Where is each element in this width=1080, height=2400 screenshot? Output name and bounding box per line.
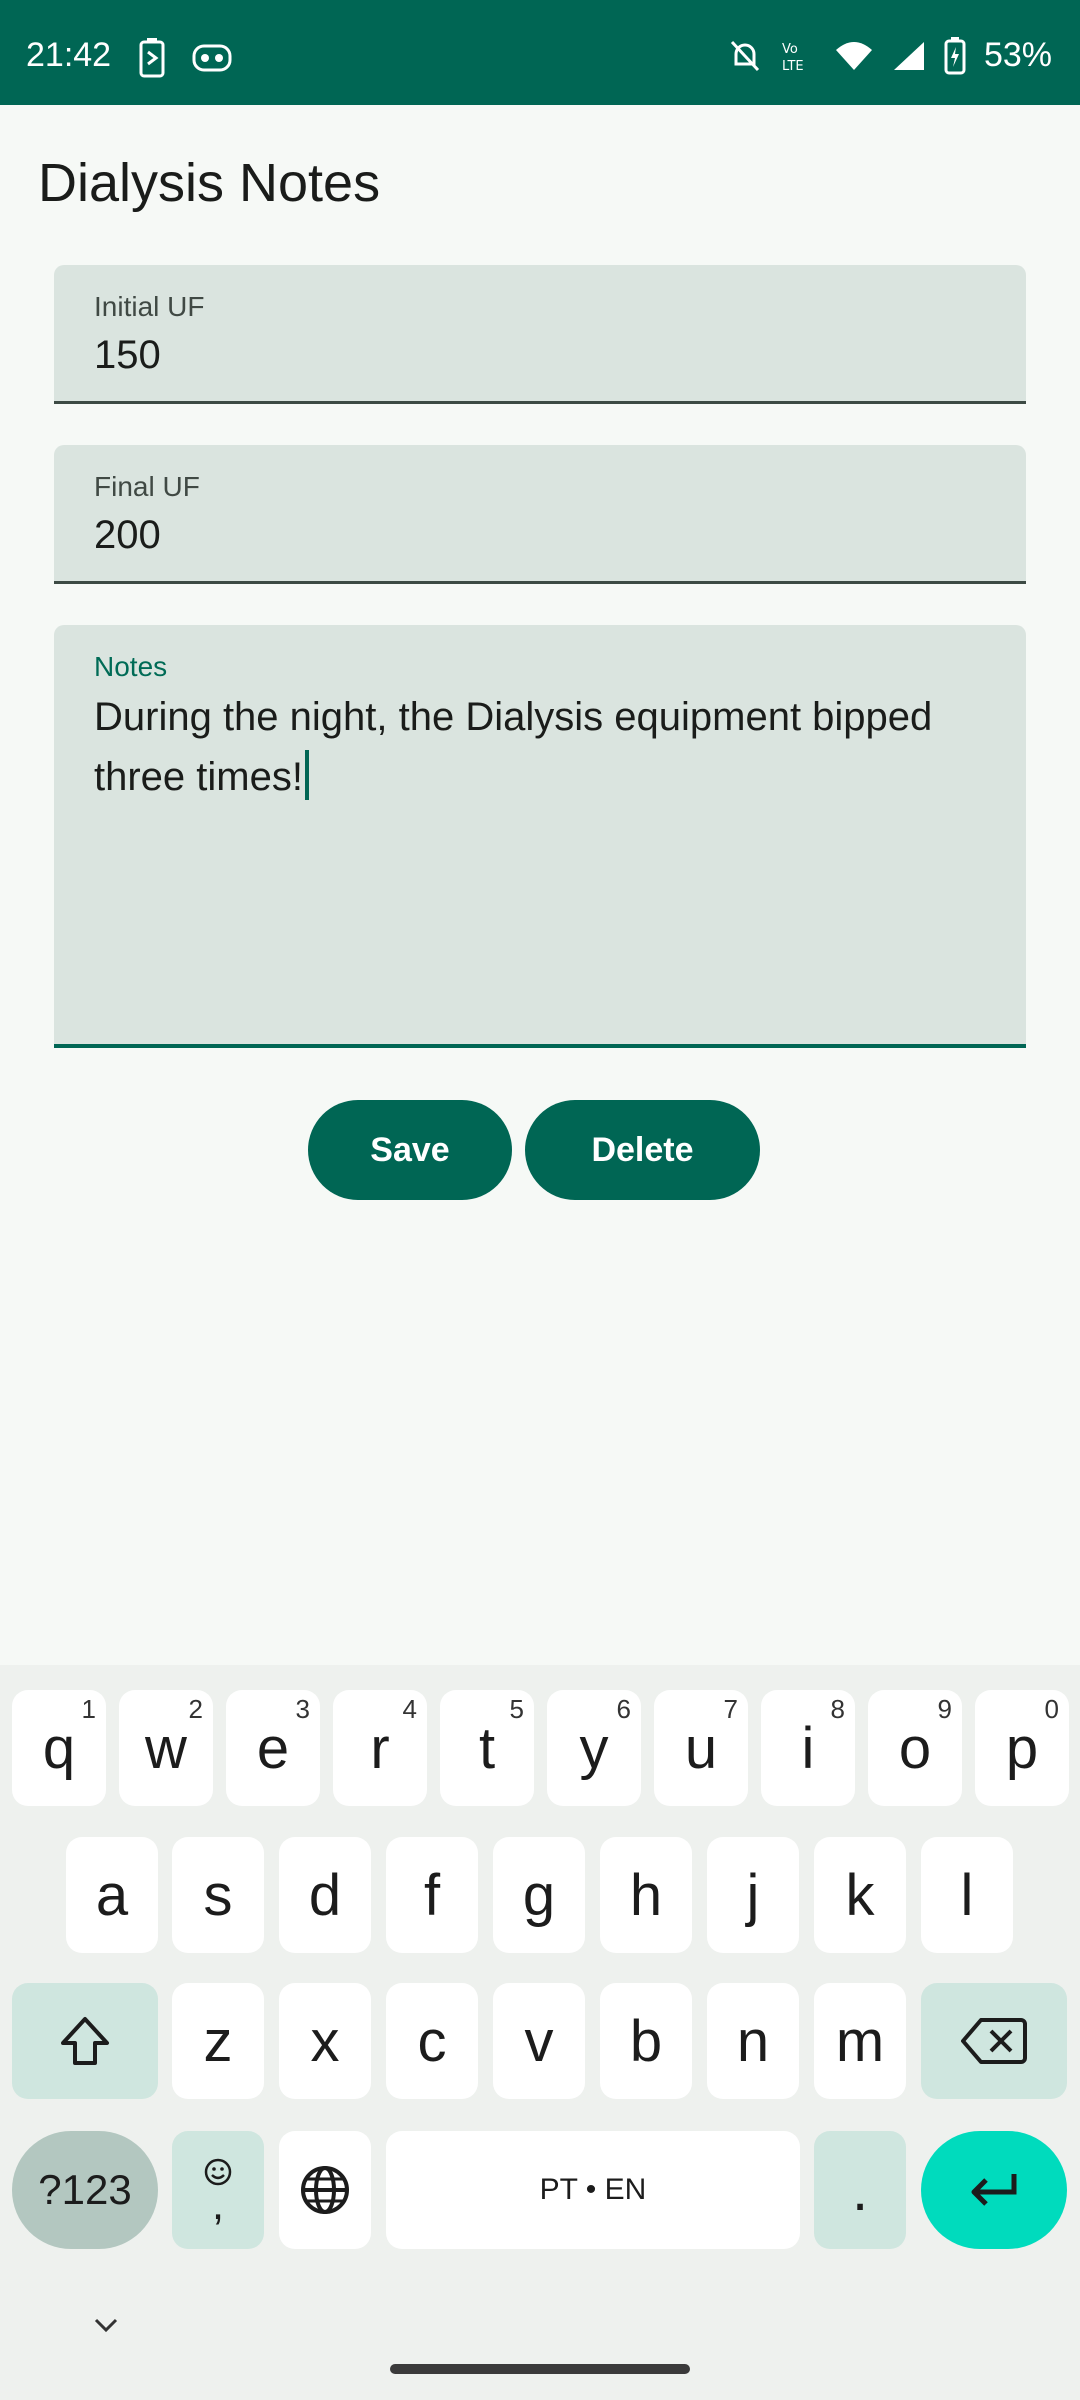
notes-label: Notes (94, 651, 168, 682)
key-r[interactable]: r4 (333, 1690, 427, 1806)
key-label: e (256, 1715, 290, 1781)
key-label: t (478, 1715, 496, 1781)
key-label: p (1005, 1715, 1039, 1781)
key-b[interactable]: b (600, 1983, 692, 2099)
status-time: 21:42 (26, 36, 112, 74)
language-key[interactable] (279, 2131, 371, 2249)
key-label: q (42, 1715, 76, 1781)
key-x[interactable]: x (279, 1983, 371, 2099)
key-i[interactable]: i8 (761, 1690, 855, 1806)
key-o[interactable]: o9 (868, 1690, 962, 1806)
notes-value-wrap[interactable]: During the night, the Dialysis equipment… (94, 687, 986, 807)
space-key[interactable]: PT • EN (386, 2131, 800, 2249)
key-n[interactable]: n (707, 1983, 799, 2099)
key-hint: 1 (81, 1694, 96, 1724)
battery-percent: 53% (983, 36, 1052, 74)
key-hint: 8 (830, 1694, 845, 1724)
volte-icon: Vo LTE (780, 38, 816, 74)
key-hint: 0 (1044, 1694, 1059, 1724)
status-left-icons (138, 38, 232, 78)
key-hint: 6 (616, 1694, 631, 1724)
key-hint: 5 (509, 1694, 524, 1724)
key-g[interactable]: g (493, 1837, 585, 1953)
key-label: o (898, 1715, 932, 1781)
key-e[interactable]: e3 (226, 1690, 320, 1806)
notes-field[interactable]: Notes During the night, the Dialysis equ… (54, 625, 1026, 1048)
globe-icon (301, 2166, 349, 2214)
wifi-icon (834, 40, 874, 72)
key-j[interactable]: j (707, 1837, 799, 1953)
key-f[interactable]: f (386, 1837, 478, 1953)
comma-label: , (211, 2180, 225, 2229)
chevron-down-icon[interactable] (92, 2315, 120, 2340)
page-title: Dialysis Notes (38, 153, 381, 213)
signal-icon (892, 40, 926, 72)
key-c[interactable]: c (386, 1983, 478, 2099)
key-hint: 2 (188, 1694, 203, 1724)
key-z[interactable]: z (172, 1983, 264, 2099)
key-hint: 7 (723, 1694, 738, 1724)
key-w[interactable]: w2 (119, 1690, 213, 1806)
key-u[interactable]: u7 (654, 1690, 748, 1806)
battery-charging-icon (944, 36, 966, 75)
key-p[interactable]: p0 (975, 1690, 1069, 1806)
initial-uf-field[interactable]: Initial UF 150 (54, 265, 1026, 404)
key-label: r (370, 1715, 390, 1781)
key-h[interactable]: h (600, 1837, 692, 1953)
delete-button[interactable]: Delete (525, 1100, 760, 1200)
enter-icon (971, 2174, 1017, 2206)
save-button[interactable]: Save (308, 1100, 512, 1200)
final-uf-value[interactable]: 200 (94, 513, 161, 558)
backspace-key[interactable] (921, 1983, 1067, 2099)
key-k[interactable]: k (814, 1837, 906, 1953)
symbols-key[interactable]: ?123 (12, 2131, 158, 2249)
status-right-icons: Vo LTE 53% (728, 36, 1052, 75)
initial-uf-label: Initial UF (94, 291, 205, 322)
period-key[interactable]: . (814, 2131, 906, 2249)
key-label: u (684, 1715, 718, 1781)
key-y[interactable]: y6 (547, 1690, 641, 1806)
key-v[interactable]: v (493, 1983, 585, 2099)
key-q[interactable]: q1 (12, 1690, 106, 1806)
key-a[interactable]: a (66, 1837, 158, 1953)
home-indicator[interactable] (390, 2364, 690, 2374)
backspace-icon (961, 2018, 1027, 2064)
initial-uf-value[interactable]: 150 (94, 333, 161, 378)
svg-text:LTE: LTE (782, 59, 804, 74)
status-bar: 21:42 Vo LTE 53% (0, 0, 1080, 105)
notes-value[interactable]: During the night, the Dialysis equipment… (94, 695, 932, 799)
key-hint: 9 (937, 1694, 952, 1724)
battery-saver-icon (138, 38, 166, 78)
notifications-off-icon (728, 38, 762, 74)
text-cursor (304, 750, 309, 800)
emoji-comma-key[interactable]: , (172, 2131, 264, 2249)
key-label: w (145, 1715, 187, 1781)
key-l[interactable]: l (921, 1837, 1013, 1953)
soft-keyboard: q1 w2 e3 r4 t5 y6 u7 i8 o9 p0 a s d f g … (0, 1665, 1080, 2400)
key-m[interactable]: m (814, 1983, 906, 2099)
shift-key[interactable] (12, 1983, 158, 2099)
key-label: i (801, 1715, 815, 1781)
key-hint: 4 (402, 1694, 417, 1724)
final-uf-label: Final UF (94, 471, 200, 502)
key-label: y (579, 1715, 609, 1781)
key-d[interactable]: d (279, 1837, 371, 1953)
assistant-icon (192, 42, 232, 74)
key-s[interactable]: s (172, 1837, 264, 1953)
final-uf-field[interactable]: Final UF 200 (54, 445, 1026, 584)
enter-key[interactable] (921, 2131, 1067, 2249)
key-hint: 3 (295, 1694, 310, 1724)
shift-icon (61, 2017, 109, 2065)
key-t[interactable]: t5 (440, 1690, 534, 1806)
svg-text:Vo: Vo (782, 42, 798, 57)
